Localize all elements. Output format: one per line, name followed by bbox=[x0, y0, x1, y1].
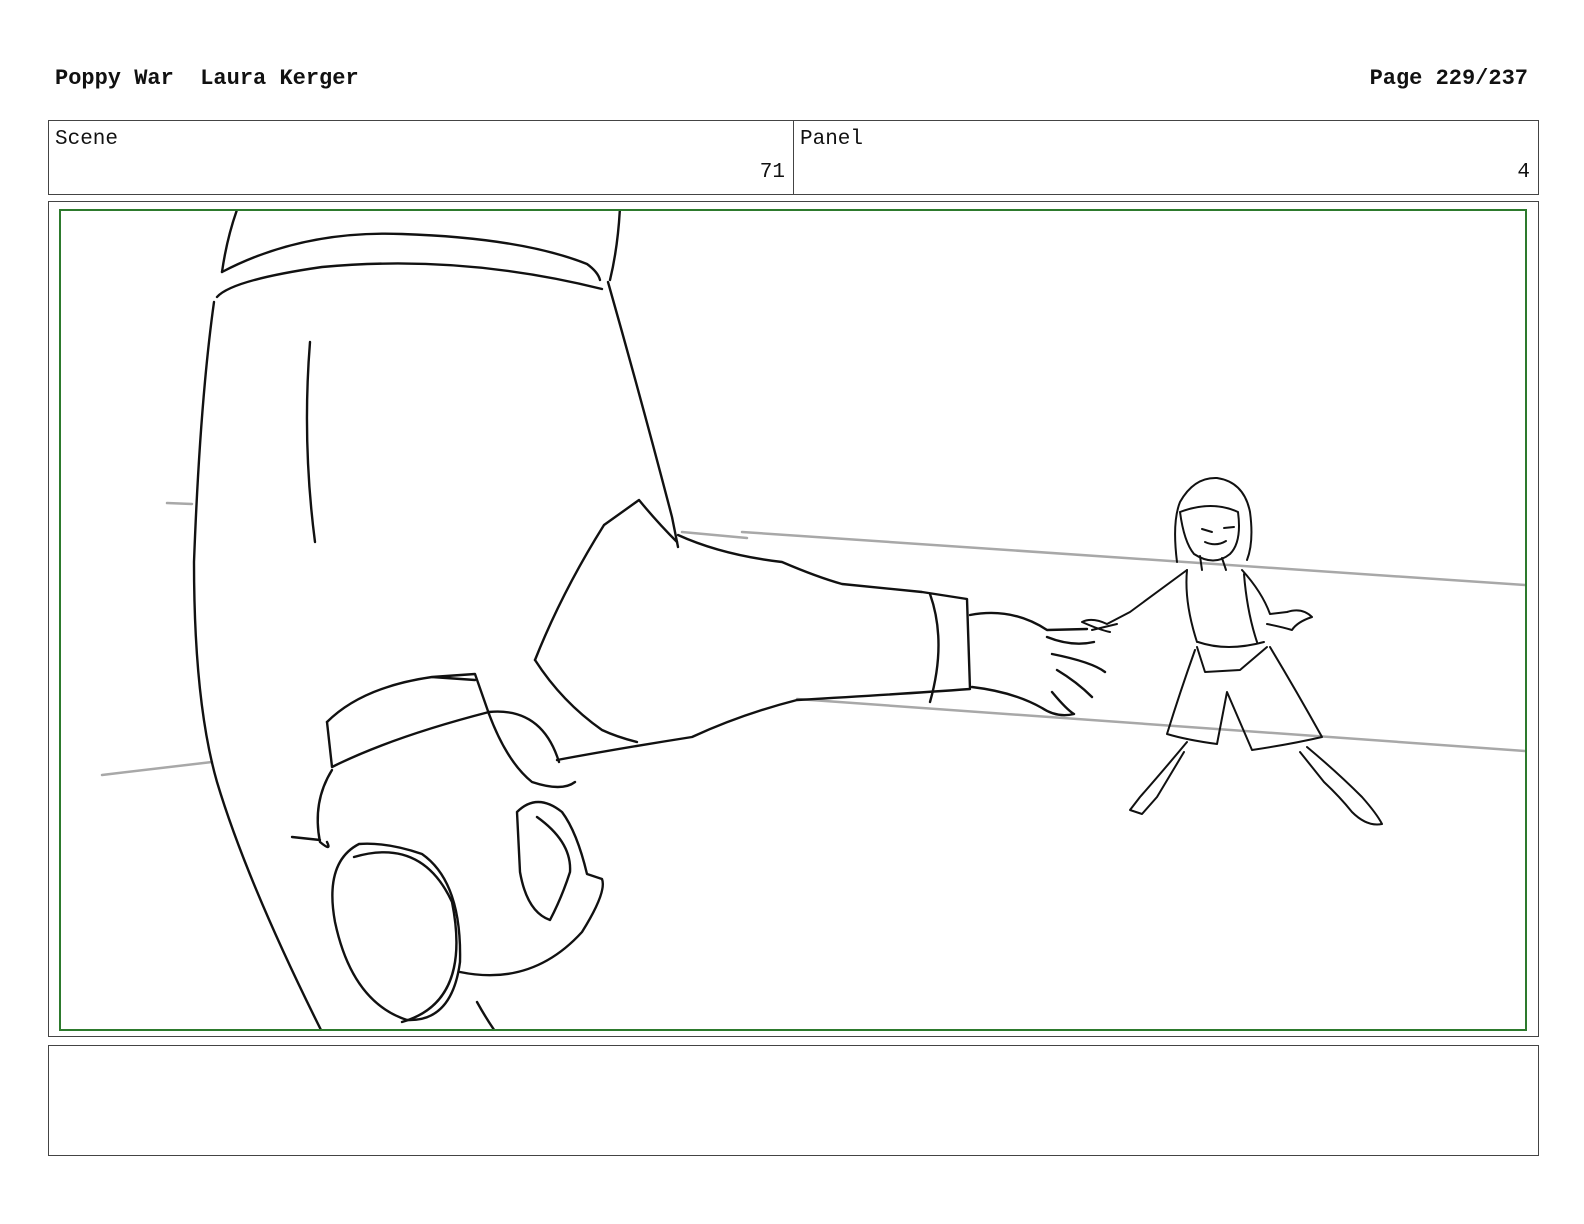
scene-panel-info: Scene 71 Panel 4 bbox=[48, 120, 1539, 195]
scene-cell: Scene 71 bbox=[49, 121, 793, 194]
floor-lines bbox=[100, 501, 1525, 777]
scene-label: Scene bbox=[55, 128, 119, 151]
panel-cell: Panel 4 bbox=[793, 121, 1538, 194]
storyboard-drawing bbox=[59, 209, 1527, 1031]
background-girl-sketch bbox=[1081, 476, 1383, 826]
header-title: Poppy War Laura Kerger bbox=[55, 66, 359, 91]
sketch-illustration bbox=[100, 211, 1525, 1029]
foreground-figure-sketch bbox=[192, 211, 1107, 1029]
project-title: Poppy War bbox=[55, 66, 174, 91]
panel-label: Panel bbox=[800, 128, 864, 151]
scene-number: 71 bbox=[759, 161, 785, 184]
page-number: Page 229/237 bbox=[1369, 66, 1528, 91]
artist-name: Laura Kerger bbox=[200, 66, 359, 91]
panel-number: 4 bbox=[1517, 161, 1530, 184]
panel-notes bbox=[48, 1045, 1539, 1156]
